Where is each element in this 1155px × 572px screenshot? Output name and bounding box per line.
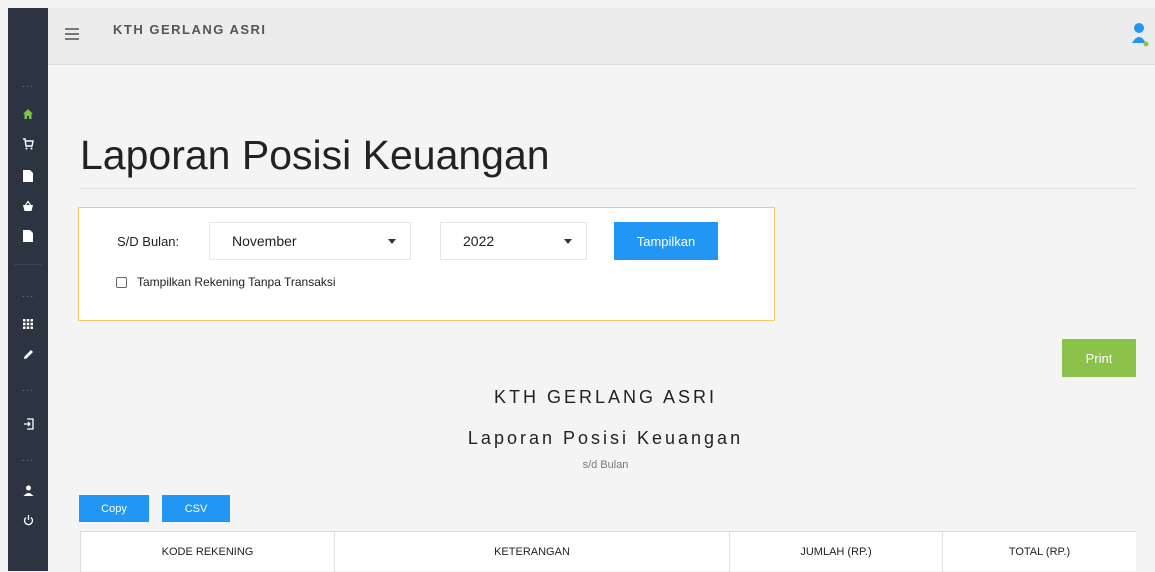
- copy-button[interactable]: Copy: [79, 495, 149, 522]
- print-button[interactable]: Print: [1062, 339, 1136, 377]
- report-subtitle: s/d Bulan: [582, 459, 629, 471]
- filter-panel: S/D Bulan: November 2022 Tampilkan Tampi…: [78, 207, 775, 321]
- top-bar: KTH GERLANG ASRI: [48, 8, 1155, 65]
- document-icon[interactable]: [8, 166, 48, 186]
- month-select[interactable]: November: [209, 222, 411, 260]
- app-title: KTH GERLANG ASRI: [113, 22, 267, 37]
- report-table-header: KODE REKENING KETERANGAN JUMLAH (RP.) TO…: [80, 531, 1136, 572]
- user-avatar-icon[interactable]: [1131, 22, 1151, 48]
- month-select-value: November: [232, 233, 297, 249]
- page-title: Laporan Posisi Keuangan: [80, 132, 550, 178]
- power-icon[interactable]: [8, 510, 48, 530]
- report-title: Laporan Posisi Keuangan: [467, 428, 744, 448]
- basket-icon[interactable]: [8, 196, 48, 216]
- column-header-keterangan[interactable]: KETERANGAN: [334, 532, 729, 572]
- csv-button[interactable]: CSV: [162, 495, 230, 522]
- document-icon[interactable]: [8, 226, 48, 246]
- pencil-icon[interactable]: [8, 344, 48, 364]
- column-header-kode-rekening[interactable]: KODE REKENING: [80, 532, 334, 572]
- sidebar: ··· ··· ··· ···: [8, 8, 48, 571]
- month-filter-label: S/D Bulan:: [117, 234, 180, 249]
- show-empty-accounts-checkbox[interactable]: [116, 277, 127, 288]
- grid-icon[interactable]: [8, 314, 48, 334]
- report-org-name: KTH GERLANG ASRI: [493, 387, 718, 407]
- year-select-value: 2022: [463, 233, 495, 249]
- sidebar-separator-dots: ···: [21, 80, 35, 92]
- chevron-down-icon: [388, 239, 396, 244]
- menu-icon[interactable]: [65, 28, 79, 40]
- user-icon[interactable]: [8, 480, 48, 500]
- app-window: ··· ··· ··· ··· KTH GERLANG ASRI Laporan…: [0, 0, 1155, 572]
- sidebar-divider: [14, 264, 42, 265]
- chevron-down-icon: [564, 239, 572, 244]
- home-icon[interactable]: [8, 104, 48, 124]
- show-empty-accounts-label: Tampilkan Rekening Tanpa Transaksi: [137, 275, 336, 289]
- column-header-jumlah[interactable]: JUMLAH (RP.): [729, 532, 942, 572]
- tampilkan-button[interactable]: Tampilkan: [614, 222, 718, 260]
- sidebar-separator-dots: ···: [21, 290, 35, 302]
- title-divider: [80, 188, 1136, 189]
- column-header-total[interactable]: TOTAL (RP.): [942, 532, 1136, 572]
- cart-icon[interactable]: [8, 134, 48, 154]
- year-select[interactable]: 2022: [440, 222, 587, 260]
